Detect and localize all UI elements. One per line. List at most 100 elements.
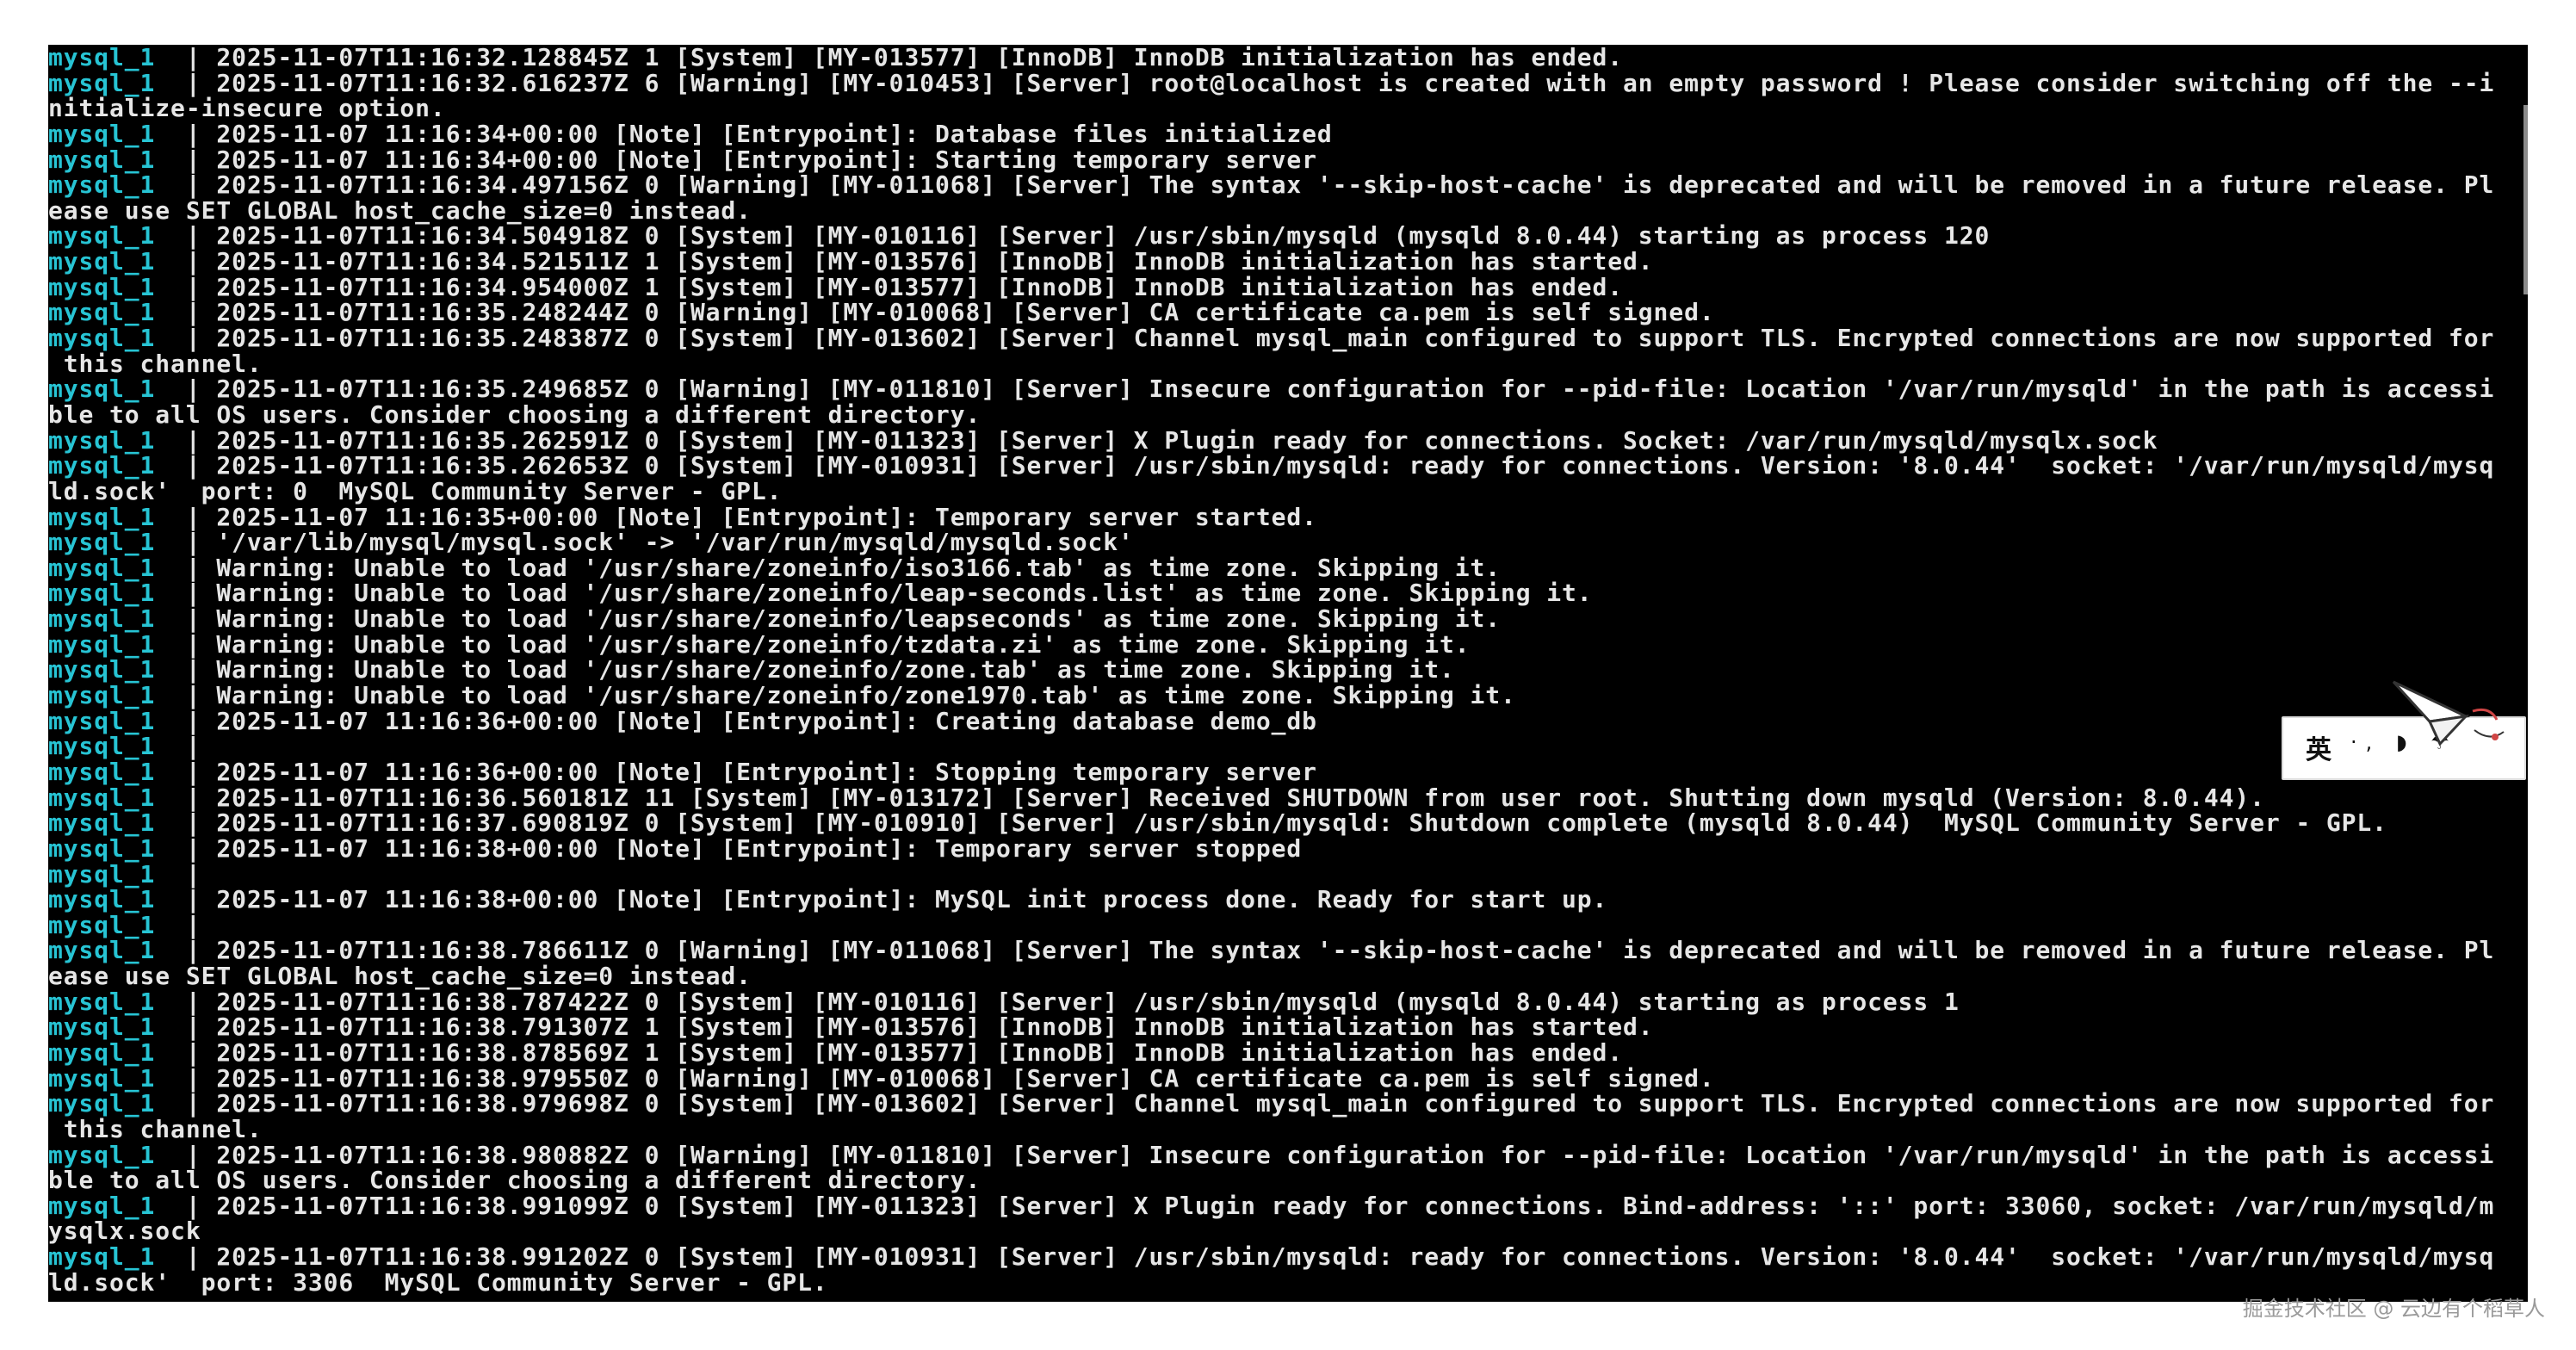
- log-text: 2025-11-07T11:16:35.249685Z 0 [Warning] …: [216, 375, 2495, 404]
- log-text: 2025-11-07 11:16:34+00:00 [Note] [Entryp…: [216, 119, 1333, 148]
- log-text: ble to all OS users. Consider choosing a…: [48, 1166, 981, 1195]
- prefix-separator: |: [185, 1242, 201, 1272]
- log-text: ld.sock' port: 3306 MySQL Community Serv…: [48, 1267, 828, 1297]
- log-line: ysqlx.sock: [48, 1218, 2528, 1244]
- paper-plane-icon: [2392, 680, 2505, 746]
- log-line: mysql_1 | 2025-11-07T11:16:38.979698Z 0 …: [48, 1091, 2528, 1117]
- container-prefix: mysql_1: [48, 859, 156, 889]
- log-text: 2025-11-07T11:16:38.991202Z 0 [System] […: [216, 1242, 2495, 1272]
- container-prefix: mysql_1: [48, 987, 156, 1016]
- container-prefix: mysql_1: [48, 170, 156, 200]
- log-line: mysql_1 | 2025-11-07 11:16:38+00:00 [Not…: [48, 887, 2528, 913]
- log-line: mysql_1 | Warning: Unable to load '/usr/…: [48, 606, 2528, 632]
- log-text: 2025-11-07T11:16:38.991099Z 0 [System] […: [216, 1191, 2495, 1220]
- prefix-separator: |: [185, 119, 201, 148]
- container-prefix: mysql_1: [48, 579, 156, 608]
- log-line: mysql_1 | Warning: Unable to load '/usr/…: [48, 580, 2528, 606]
- container-prefix: mysql_1: [48, 1089, 156, 1118]
- log-text: '/var/lib/mysql/mysql.sock' -> '/var/run…: [216, 528, 1134, 557]
- prefix-separator: |: [185, 859, 201, 889]
- log-line: mysql_1 | 2025-11-07T11:16:34.504918Z 0 …: [48, 223, 2528, 249]
- log-line: mysql_1 | Warning: Unable to load '/usr/…: [48, 657, 2528, 683]
- log-text: 2025-11-07 11:16:36+00:00 [Note] [Entryp…: [216, 706, 1317, 735]
- log-text: ble to all OS users. Consider choosing a…: [48, 399, 981, 429]
- log-text: 2025-11-07T11:16:34.497156Z 0 [Warning] …: [216, 170, 2495, 200]
- prefix-separator: |: [185, 732, 201, 761]
- container-prefix: mysql_1: [48, 732, 156, 761]
- log-text: 2025-11-07 11:16:35+00:00 [Note] [Entryp…: [216, 502, 1317, 531]
- log-line: mysql_1 | 2025-11-07T11:16:32.128845Z 1 …: [48, 45, 2528, 71]
- container-prefix: mysql_1: [48, 783, 156, 812]
- container-prefix: mysql_1: [48, 1063, 156, 1093]
- log-text: 2025-11-07T11:16:35.262653Z 0 [System] […: [216, 451, 2495, 480]
- log-text: ysqlx.sock: [48, 1217, 201, 1246]
- log-text: 2025-11-07 11:16:38+00:00 [Note] [Entryp…: [216, 885, 1608, 914]
- container-prefix: mysql_1: [48, 221, 156, 251]
- log-line: this channel.: [48, 1117, 2528, 1143]
- prefix-separator: |: [185, 885, 201, 914]
- prefix-separator: |: [185, 502, 201, 531]
- log-text: Warning: Unable to load '/usr/share/zone…: [216, 655, 1455, 684]
- log-line: mysql_1 | 2025-11-07T11:16:38.786611Z 0 …: [48, 938, 2528, 963]
- container-prefix: mysql_1: [48, 247, 156, 276]
- log-text: Warning: Unable to load '/usr/share/zone…: [216, 579, 1593, 608]
- log-text: ease use SET GLOBAL host_cache_size=0 in…: [48, 962, 752, 991]
- container-prefix: mysql_1: [48, 528, 156, 557]
- container-prefix: mysql_1: [48, 655, 156, 684]
- log-line: ease use SET GLOBAL host_cache_size=0 in…: [48, 198, 2528, 224]
- log-line: this channel.: [48, 350, 2528, 377]
- log-text: 2025-11-07T11:16:37.690819Z 0 [System] […: [216, 808, 2387, 838]
- log-text: 2025-11-07T11:16:38.979550Z 0 [Warning] …: [216, 1063, 1715, 1093]
- log-text: 2025-11-07T11:16:34.504918Z 0 [System] […: [216, 221, 1991, 251]
- prefix-separator: |: [185, 1089, 201, 1118]
- prefix-separator: |: [185, 375, 201, 404]
- container-prefix: mysql_1: [48, 757, 156, 786]
- log-line: mysql_1 | 2025-11-07T11:16:38.787422Z 0 …: [48, 987, 2528, 1016]
- log-line: nitialize-insecure option.: [48, 96, 2528, 121]
- log-text: 2025-11-07T11:16:34.954000Z 1 [System] […: [216, 272, 1624, 301]
- prefix-separator: |: [185, 1191, 201, 1220]
- log-line: mysql_1 | 2025-11-07T11:16:38.980882Z 0 …: [48, 1140, 2528, 1169]
- container-prefix: mysql_1: [48, 629, 156, 659]
- log-line: mysql_1 | '/var/lib/mysql/mysql.sock' ->…: [48, 529, 2528, 555]
- log-text: Warning: Unable to load '/usr/share/zone…: [216, 604, 1501, 634]
- prefix-separator: |: [185, 910, 201, 939]
- log-line: mysql_1 | 2025-11-07T11:16:38.878569Z 1 …: [48, 1040, 2528, 1066]
- container-prefix: mysql_1: [48, 145, 156, 174]
- prefix-separator: |: [185, 324, 201, 353]
- log-line: mysql_1 | Warning: Unable to load '/usr/…: [48, 683, 2528, 709]
- log-text: Warning: Unable to load '/usr/share/zone…: [216, 553, 1501, 582]
- prefix-separator: |: [185, 833, 201, 863]
- prefix-separator: |: [185, 808, 201, 838]
- log-line: mysql_1 | 2025-11-07T11:16:38.991099Z 0 …: [48, 1193, 2528, 1219]
- log-line: mysql_1 | Warning: Unable to load '/usr/…: [48, 553, 2528, 582]
- container-prefix: mysql_1: [48, 119, 156, 148]
- log-text: 2025-11-07T11:16:35.262591Z 0 [System] […: [216, 425, 2158, 455]
- prefix-separator: |: [185, 655, 201, 684]
- log-line: mysql_1 | 2025-11-07T11:16:34.497156Z 0 …: [48, 172, 2528, 198]
- log-line: mysql_1 | 2025-11-07T11:16:32.616237Z 6 …: [48, 70, 2528, 96]
- prefix-separator: |: [185, 1012, 201, 1042]
- container-prefix: mysql_1: [48, 425, 156, 455]
- prefix-separator: |: [185, 45, 201, 71]
- prefix-separator: |: [185, 247, 201, 276]
- log-line: mysql_1 | 2025-11-07 11:16:36+00:00 [Not…: [48, 759, 2528, 785]
- ime-language-label[interactable]: 英: [2306, 728, 2331, 766]
- watermark: 掘金技术社区 @ 云边有个稻草人: [2242, 1297, 2545, 1321]
- terminal-scrollbar[interactable]: [2523, 105, 2528, 294]
- log-line: ble to all OS users. Consider choosing a…: [48, 1167, 2528, 1193]
- log-text: 2025-11-07T11:16:38.878569Z 1 [System] […: [216, 1037, 1624, 1067]
- container-prefix: mysql_1: [48, 298, 156, 327]
- log-line: mysql_1 | 2025-11-07T11:16:35.248387Z 0 …: [48, 325, 2528, 351]
- log-text: 2025-11-07T11:16:32.128845Z 1 [System] […: [216, 45, 1624, 71]
- log-text: 2025-11-07 11:16:38+00:00 [Note] [Entryp…: [216, 833, 1303, 863]
- log-line: mysql_1 | 2025-11-07T11:16:35.262653Z 0 …: [48, 453, 2528, 479]
- container-prefix: mysql_1: [48, 502, 156, 531]
- container-prefix: mysql_1: [48, 681, 156, 710]
- prefix-separator: |: [185, 1140, 201, 1169]
- prefix-separator: |: [185, 221, 201, 251]
- terminal-window[interactable]: mysql_1 | 2025-11-07T11:16:32.128845Z 1 …: [48, 45, 2528, 1302]
- container-prefix: mysql_1: [48, 1037, 156, 1067]
- prefix-separator: |: [185, 783, 201, 812]
- log-text: 2025-11-07T11:16:35.248244Z 0 [Warning] …: [216, 298, 1715, 327]
